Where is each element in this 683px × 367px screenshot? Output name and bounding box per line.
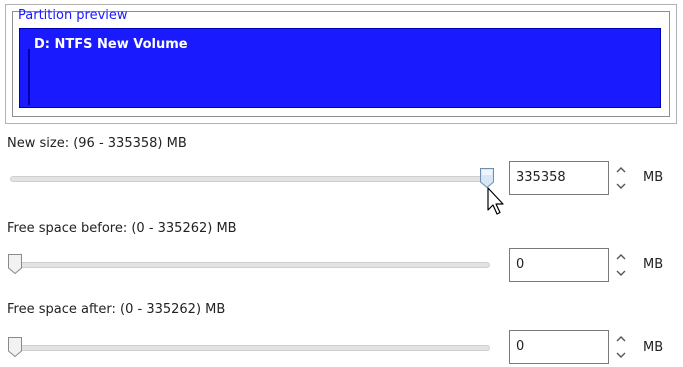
free-space-before-unit: MB bbox=[643, 257, 664, 272]
partition-label: D: NTFS New Volume bbox=[34, 37, 188, 52]
free-space-after-label: Free space after: (0 - 335262) MB bbox=[7, 302, 226, 317]
free-space-before-label: Free space before: (0 - 335262) MB bbox=[7, 221, 237, 236]
free-space-before-slider-track[interactable] bbox=[10, 262, 490, 268]
new-size-slider-thumb[interactable] bbox=[479, 167, 495, 189]
free-space-after-input[interactable]: 0 bbox=[509, 330, 609, 364]
mouse-pointer-icon bbox=[487, 187, 504, 215]
partition-block-edge bbox=[28, 49, 30, 105]
new-size-input[interactable]: 335358 bbox=[509, 161, 609, 195]
free-space-before-value: 0 bbox=[516, 257, 525, 272]
new-size-label: New size: (96 - 335358) MB bbox=[7, 136, 187, 151]
chevron-up-icon[interactable] bbox=[616, 254, 626, 260]
free-space-before-input[interactable]: 0 bbox=[509, 248, 609, 282]
resize-partition-panel: Partition preview D: NTFS New Volume New… bbox=[0, 0, 683, 367]
free-space-before-spinner[interactable] bbox=[612, 248, 630, 282]
new-size-value: 335358 bbox=[516, 170, 566, 185]
chevron-up-icon[interactable] bbox=[616, 336, 626, 342]
new-size-spinner[interactable] bbox=[612, 161, 630, 195]
partition-preview-title: Partition preview bbox=[18, 8, 128, 23]
free-space-before-slider-thumb[interactable] bbox=[7, 253, 23, 275]
free-space-after-slider-thumb[interactable] bbox=[7, 336, 23, 358]
new-size-slider-track[interactable] bbox=[10, 176, 490, 182]
chevron-down-icon[interactable] bbox=[616, 183, 626, 189]
partition-block[interactable]: D: NTFS New Volume bbox=[19, 28, 661, 108]
free-space-after-unit: MB bbox=[643, 340, 664, 355]
free-space-after-slider-track[interactable] bbox=[10, 345, 490, 351]
chevron-down-icon[interactable] bbox=[616, 352, 626, 358]
free-space-after-value: 0 bbox=[516, 339, 525, 354]
free-space-after-spinner[interactable] bbox=[612, 330, 630, 364]
chevron-down-icon[interactable] bbox=[616, 270, 626, 276]
new-size-unit: MB bbox=[643, 170, 664, 185]
chevron-up-icon[interactable] bbox=[616, 167, 626, 173]
